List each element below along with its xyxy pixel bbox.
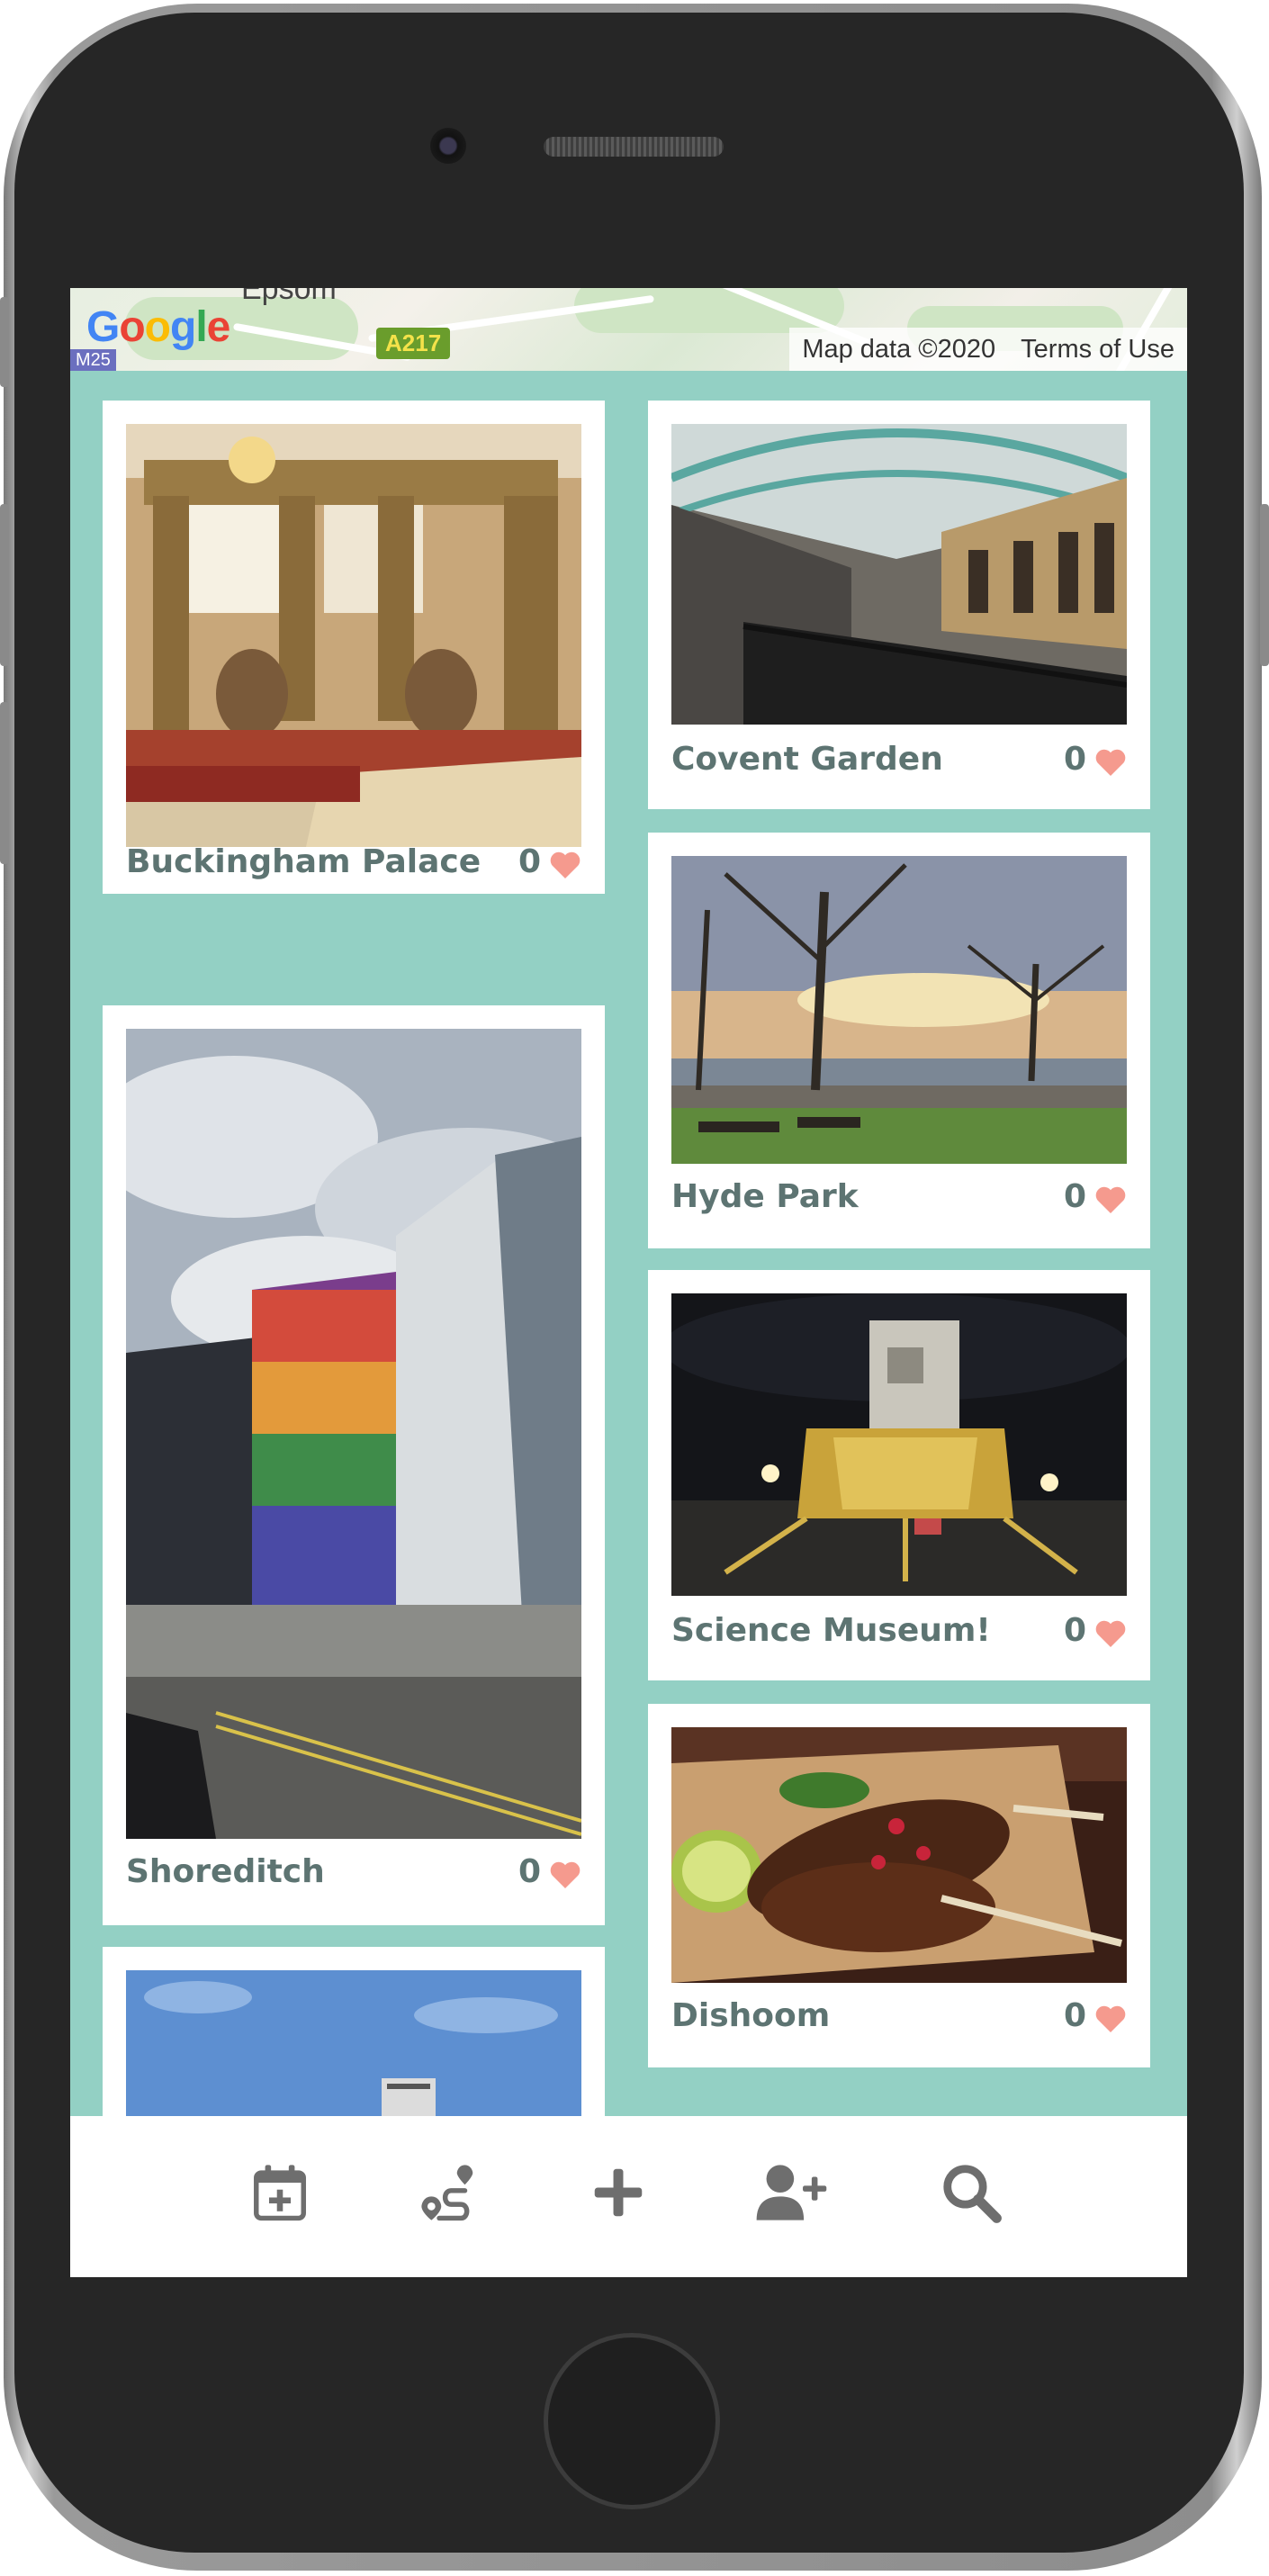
road-sign-m25: M25 [70,349,116,371]
search-icon[interactable] [940,2161,1003,2224]
like-count: 0 [1064,1178,1087,1215]
heart-icon[interactable] [1094,747,1127,778]
home-button[interactable] [544,2333,720,2509]
like-count: 0 [518,843,542,880]
add-icon[interactable] [587,2161,650,2224]
terms-of-use-link[interactable]: Terms of Use [1008,335,1187,365]
calendar-add-icon[interactable] [248,2161,311,2224]
place-card-dishoom[interactable]: Dishoom 0 [648,1704,1150,2067]
place-card-covent-garden[interactable]: Covent Garden 0 [648,401,1150,809]
heart-icon[interactable] [1094,1184,1127,1215]
heart-icon[interactable] [1094,1618,1127,1649]
place-name: Covent Garden [671,741,943,778]
map-attribution: Map data ©2020 Terms of Use [789,328,1187,371]
place-photo [671,424,1127,725]
place-photo [671,1727,1127,1983]
like-count: 0 [1064,1612,1087,1649]
place-card-hyde-park[interactable]: Hyde Park 0 [648,833,1150,1248]
add-user-icon[interactable] [754,2161,830,2224]
place-card-buckingham-palace[interactable]: Buckingham Palace 0 [103,401,605,894]
place-name: Buckingham Palace [126,843,482,880]
heart-icon[interactable] [549,850,581,880]
place-name: Shoreditch [126,1853,325,1890]
place-photo [126,1029,581,1839]
map-view[interactable]: Epsom M25 Google A217 Map data ©2020 Ter… [70,288,1187,371]
volume-down-button [0,702,9,864]
road-sign-a217: A217 [376,328,451,359]
front-camera [430,128,466,164]
place-card-shoreditch[interactable]: Shoreditch 0 [103,1005,605,1925]
like-count: 0 [1064,741,1087,778]
mute-switch [0,297,9,387]
like-count: 0 [518,1853,542,1890]
place-name: Hyde Park [671,1178,859,1215]
like-count: 0 [1064,1997,1087,2034]
place-photo [126,424,581,847]
heart-icon[interactable] [1094,2004,1127,2034]
place-name: Science Museum! [671,1612,991,1649]
bottom-nav [70,2116,1187,2277]
app-screen: Epsom M25 Google A217 Map data ©2020 Ter… [70,288,1187,2277]
place-photo [671,856,1127,1164]
map-data-label: Map data ©2020 [802,334,996,364]
google-logo: Google [86,303,230,351]
route-icon[interactable] [418,2161,481,2224]
volume-up-button [0,504,9,666]
earpiece-speaker [544,137,724,157]
place-card-science-museum[interactable]: Science Museum! 0 [648,1270,1150,1680]
map-town-label: Epsom [241,288,337,306]
place-name: Dishoom [671,1997,831,2034]
power-button [1260,504,1269,666]
place-photo [671,1293,1127,1596]
heart-icon[interactable] [549,1860,581,1890]
